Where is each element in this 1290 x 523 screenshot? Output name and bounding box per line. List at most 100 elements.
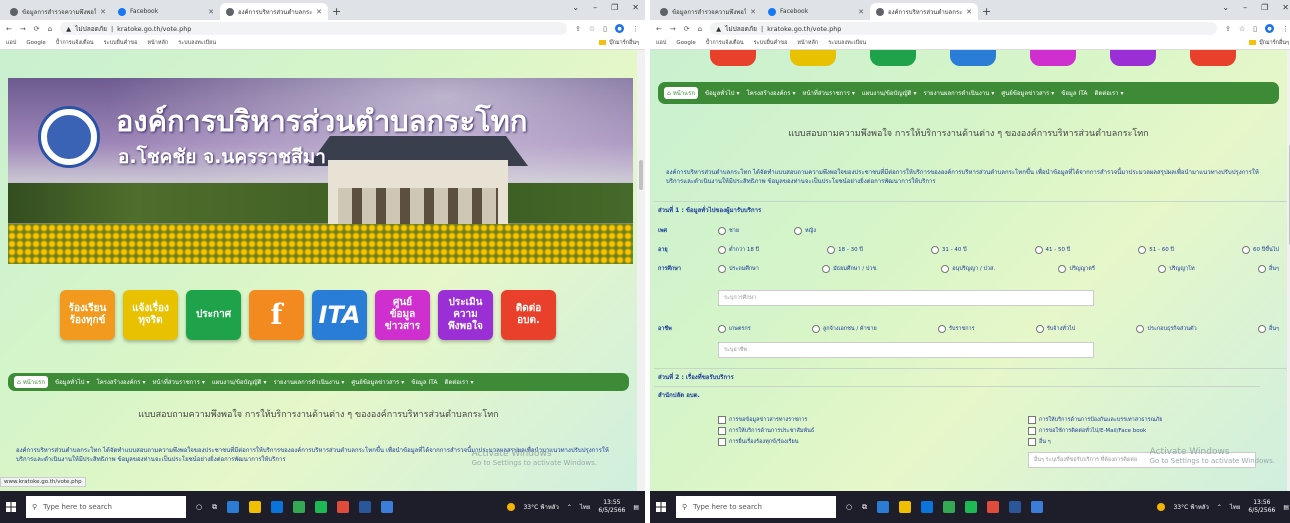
tab-search-icon[interactable]: ⌄ [572,3,579,12]
windows-start-icon[interactable] [6,502,16,512]
app-icon[interactable] [1031,501,1044,513]
age-radio[interactable]: ต่ำกว่า 18 ปี [718,246,759,254]
occupation-radio[interactable]: รับจ้างทั่วไป [1036,325,1075,333]
occupation-radio[interactable]: อื่นๆ [1258,325,1279,333]
nav-info-center[interactable]: ศูนย์ข้อมูลข่าวสาร ▾ [351,377,404,387]
notification-icon[interactable]: ▤ [633,504,639,511]
word-icon[interactable] [1009,501,1022,513]
back-icon[interactable]: ← [656,25,662,33]
taskbar-search[interactable]: ⚲ Type here to search [26,496,186,518]
close-tab-icon[interactable]: ✕ [316,8,322,16]
bookmark-google[interactable]: Google [676,40,695,46]
app-icon[interactable] [337,501,350,513]
new-tab-button[interactable]: + [982,5,991,18]
forward-icon[interactable]: → [670,25,676,33]
bookmark-item[interactable]: ป้ำการแจ้งเตือน [706,39,744,47]
edge-icon[interactable] [271,501,284,513]
close-window-button[interactable]: ✕ [632,3,639,12]
bookmark-item[interactable]: ระบบลงทะเบียน [828,39,866,47]
reload-icon[interactable]: ⟳ [684,25,690,33]
bookmark-apps[interactable]: แอป [656,39,666,47]
nav-contact[interactable]: ติดต่อเรา ▾ [1095,88,1124,98]
satisfaction-link[interactable]: ประเมิน ความ พึงพอใจ [438,290,493,340]
clock[interactable]: 13:56 6/5/2566 [1248,499,1275,515]
tab-facebook[interactable]: Facebook ✕ [112,3,220,20]
sidepanel-icon[interactable]: ▯ [603,25,607,33]
url-input[interactable]: ▲ ไม่ปลอดภัย | kratoke.go.th/vote.php [60,22,567,35]
profile-avatar[interactable]: ● [615,24,624,33]
close-tab-icon[interactable]: ✕ [966,8,972,16]
file-explorer-icon[interactable] [899,501,912,513]
education-other-input[interactable]: ระบุการศึกษา [718,290,1094,306]
bookmark-item[interactable]: ป้ำการแจ้งเตือน [56,39,94,47]
notification-icon[interactable]: ▤ [1283,504,1289,511]
nav-reports[interactable]: รายงานผลการดำเนินงาน ▾ [273,377,344,387]
nav-contact[interactable]: ติดต่อเรา ▾ [445,377,474,387]
age-radio[interactable]: 41 - 50 ปี [1035,246,1071,254]
clock[interactable]: 13:55 6/5/2566 [598,499,625,515]
menu-icon[interactable]: ⋮ [632,25,639,33]
occupation-radio[interactable]: ลูกจ้างเอกชน / ค้าขาย [812,325,877,333]
tab-facebook[interactable]: Facebook ✕ [762,3,870,20]
forward-icon[interactable]: → [20,25,26,33]
taskbar-search[interactable]: ⚲ Type here to search [676,496,836,518]
bookmark-item[interactable]: หน้าหลัก [147,39,168,47]
edge-icon[interactable] [921,501,934,513]
sidepanel-icon[interactable]: ▯ [1253,25,1257,33]
menu-icon[interactable]: ⋮ [1282,25,1289,33]
close-tab-icon[interactable]: ✕ [750,8,756,16]
close-tab-icon[interactable]: ✕ [100,8,106,16]
nav-duties[interactable]: หน้าที่ส่วนราชการ ▾ [152,377,204,387]
education-radio[interactable]: ปริญญาโท [1158,265,1195,273]
task-view-icon[interactable]: ⧉ [212,503,217,512]
tray-arrows-icon[interactable]: ⌃ [1217,504,1222,511]
nav-plans[interactable]: แผนงาน/ข้อบัญญัติ ▾ [212,377,267,387]
gender-female-radio[interactable]: หญิง [794,227,816,235]
minimize-button[interactable]: – [1243,3,1247,12]
share-icon[interactable]: ⇪ [1225,25,1231,33]
education-radio[interactable]: ประถมศึกษา [718,265,759,273]
bookmark-apps[interactable]: แอป [6,39,16,47]
bookmark-item[interactable]: ระบบยื่นคำขอ [754,39,788,47]
app-icon[interactable] [227,501,240,513]
occupation-radio[interactable]: ประกอบธุรกิจส่วนตัว [1136,325,1196,333]
tab-survey-data[interactable]: ข้อมูลการสำรวจความพึงพอใจ ✕ [4,3,112,20]
close-tab-icon[interactable]: ✕ [208,8,214,16]
tray-arrows-icon[interactable]: ⌃ [567,504,572,511]
contact-link[interactable]: ติดต่อ อบต. [501,290,556,340]
tab-kratoke[interactable]: องค์การบริหารส่วนตำบลกระโทก✕ [870,3,978,20]
nav-ita[interactable]: ข้อมูล ITA [1061,88,1087,98]
ita-link[interactable]: ITA [312,290,367,340]
close-tab-icon[interactable]: ✕ [858,8,864,16]
other-bookmarks-folder[interactable]: บุ๊กมาร์กอื่นๆ [599,39,639,47]
occupation-other-input[interactable]: ระบุอาชีพ [718,342,1094,358]
gender-male-radio[interactable]: ชาย [718,227,739,235]
scrollbar[interactable] [637,50,645,523]
minimize-button[interactable]: – [593,3,597,12]
service-checkbox[interactable]: การให้บริการด้านการป้องกันและบรรเทาสาธาร… [1028,416,1163,424]
chrome-icon[interactable] [293,501,306,513]
report-corruption-link[interactable]: แจ้งเรื่อง ทุจริต [123,290,178,340]
tab-survey-data[interactable]: ข้อมูลการสำรวจความพึงพอใจ ✕ [654,3,762,20]
cortana-icon[interactable]: ○ [196,503,202,511]
windows-start-icon[interactable] [656,502,666,512]
nav-info-center[interactable]: ศูนย์ข้อมูลข่าวสาร ▾ [1001,88,1054,98]
bookmark-item[interactable]: หน้าหลัก [797,39,818,47]
line-icon[interactable] [965,501,978,513]
app-icon[interactable] [381,501,394,513]
service-checkbox[interactable]: การให้บริการด้านการประชาสัมพันธ์ [718,427,814,435]
maximize-button[interactable]: ❐ [611,3,618,12]
close-window-button[interactable]: ✕ [1282,3,1289,12]
nav-general[interactable]: ข้อมูลทั่วไป ▾ [55,377,90,387]
facebook-link-icon[interactable]: f [249,290,304,340]
share-icon[interactable]: ⇪ [575,25,581,33]
bookmark-star-icon[interactable]: ☆ [1239,25,1245,33]
file-explorer-icon[interactable] [249,501,262,513]
education-radio[interactable]: ปริญญาตรี [1058,265,1094,273]
complaint-link[interactable]: ร้องเรียน ร้องทุกข์ [60,290,115,340]
service-checkbox[interactable]: การขอใช้การติดต่อทั่วไป/E-Mail/Face book [1028,427,1163,435]
age-radio[interactable]: 51 - 60 ปี [1138,246,1174,254]
tab-kratoke[interactable]: องค์การบริหารส่วนตำบลกระโทก✕ [220,3,328,20]
profile-avatar[interactable]: ● [1265,24,1274,33]
nav-duties[interactable]: หน้าที่ส่วนราชการ ▾ [802,88,854,98]
